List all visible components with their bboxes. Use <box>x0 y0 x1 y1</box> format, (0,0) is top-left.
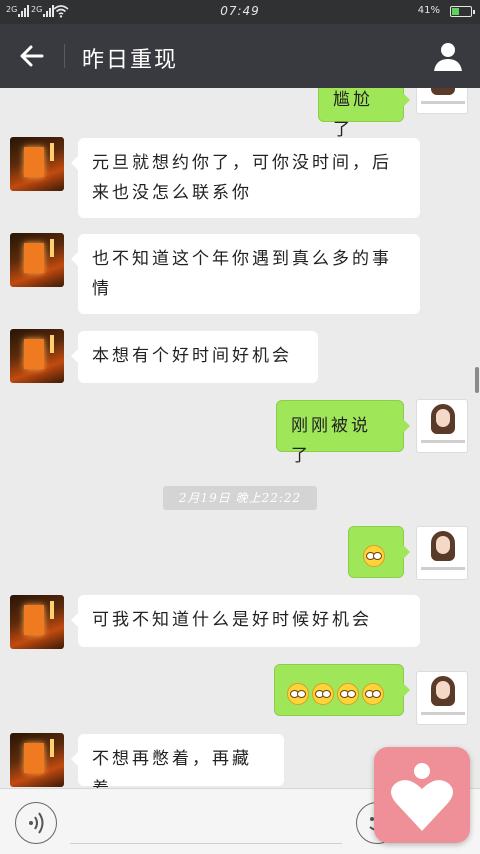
incoming-message[interactable]: 可我不知道什么是好时候好机会 <box>71 595 420 647</box>
message-text: 本想有个好时间好机会 <box>92 346 292 366</box>
awkward-smile-icon <box>337 682 359 705</box>
message-text: 也不知道这个年你遇到真么多的事情 <box>92 249 392 299</box>
contact-avatar[interactable] <box>10 733 64 787</box>
status-bar: 2G 2G 07:49 41% <box>0 0 480 24</box>
incoming-message[interactable]: 本想有个好时间好机会 <box>71 331 318 383</box>
chat-title: 昨日重现 <box>82 48 179 73</box>
contact-avatar[interactable] <box>10 137 64 191</box>
my-avatar[interactable] <box>416 526 468 580</box>
incoming-message[interactable]: 元旦就想约你了，可你没时间，后来也没怎么联系你 <box>71 138 420 218</box>
my-avatar[interactable] <box>416 88 468 114</box>
scrollbar-thumb[interactable] <box>475 367 479 393</box>
my-avatar[interactable] <box>416 399 468 453</box>
chat-message-list[interactable]: 尴尬了 元旦就想约你了，可你没时间，后来也没怎么联系你 也不知道这个年你遇到真么… <box>0 88 480 788</box>
heart-person-icon <box>391 763 453 831</box>
message-text: 可我不知道什么是好时候好机会 <box>92 610 372 630</box>
contact-avatar[interactable] <box>10 329 64 383</box>
battery-icon <box>450 6 475 17</box>
title-bar: 昨日重现 <box>0 24 480 88</box>
contact-avatar[interactable] <box>10 595 64 649</box>
title-divider <box>64 44 65 68</box>
my-avatar[interactable] <box>416 671 468 725</box>
awkward-smile-icon <box>312 682 334 705</box>
awkward-smile-icon <box>363 544 385 567</box>
battery-percent: 41% <box>417 5 440 16</box>
chat-timestamp: 2月19日 晚上22:22 <box>163 486 317 510</box>
outgoing-message[interactable] <box>274 664 410 716</box>
message-text: 刚刚被说了 <box>291 416 371 466</box>
outgoing-message[interactable] <box>348 526 410 578</box>
message-text: 不想再憋着，再藏着 <box>92 749 252 788</box>
message-text: 尴尬了 <box>333 90 373 140</box>
contact-avatar[interactable] <box>10 233 64 287</box>
status-time: 07:49 <box>220 4 260 18</box>
voice-input-button[interactable] <box>15 802 57 844</box>
back-arrow-icon[interactable] <box>14 38 50 74</box>
floating-assistant-button[interactable] <box>374 747 470 843</box>
message-text: 元旦就想约你了，可你没时间，后来也没怎么联系你 <box>92 153 392 203</box>
awkward-smile-icon <box>362 682 384 705</box>
awkward-smile-icon <box>287 682 309 705</box>
outgoing-message[interactable]: 刚刚被说了 <box>276 400 410 466</box>
incoming-message[interactable]: 不想再憋着，再藏着 <box>71 734 284 788</box>
person-icon[interactable] <box>430 38 466 74</box>
voice-icon <box>29 812 44 834</box>
outgoing-message[interactable]: 尴尬了 <box>318 88 410 140</box>
incoming-message[interactable]: 也不知道这个年你遇到真么多的事情 <box>71 234 420 314</box>
message-text-field[interactable] <box>70 799 342 844</box>
